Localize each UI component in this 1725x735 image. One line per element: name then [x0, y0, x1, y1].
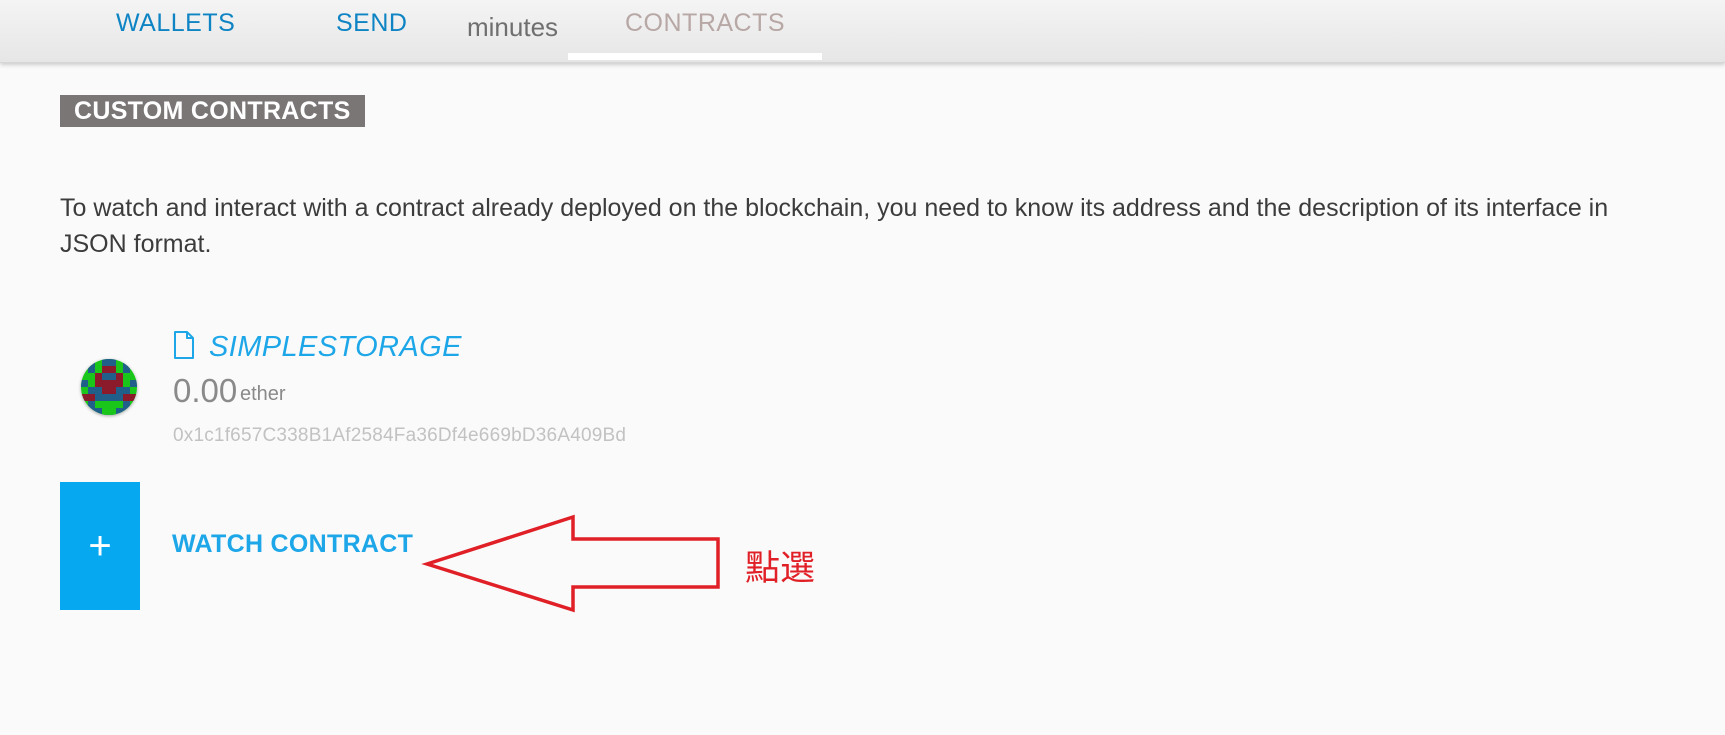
watch-contract-button[interactable]: +: [60, 482, 140, 610]
tab-contracts[interactable]: CONTRACTS: [625, 9, 785, 38]
contract-item[interactable]: SIMPLESTORAGE 0.00 ether 0x1c1f657C338B1…: [60, 325, 860, 455]
contract-identicon: [81, 359, 137, 415]
contract-address: 0x1c1f657C338B1Af2584Fa36Df4e669bD36A409…: [173, 425, 627, 446]
annotation-text: 點選: [745, 549, 816, 589]
tab-minutes-label: minutes: [467, 12, 559, 42]
tab-send[interactable]: SEND: [336, 9, 407, 38]
section-description: To watch and interact with a contract al…: [60, 194, 1609, 258]
contract-balance: 0.00: [173, 372, 238, 409]
contract-name[interactable]: SIMPLESTORAGE: [209, 331, 462, 364]
top-navigation-bar: WALLETS SEND minutes CONTRACTS: [0, 0, 1725, 63]
balance-unit: ether: [240, 383, 286, 405]
arrow-left-icon: [421, 514, 720, 613]
active-tab-indicator: [568, 53, 822, 60]
section-heading: CUSTOM CONTRACTS: [60, 95, 365, 127]
tab-wallets[interactable]: WALLETS: [116, 9, 235, 38]
file-icon: [174, 331, 194, 359]
watch-contract-label[interactable]: WATCH CONTRACT: [172, 530, 413, 559]
